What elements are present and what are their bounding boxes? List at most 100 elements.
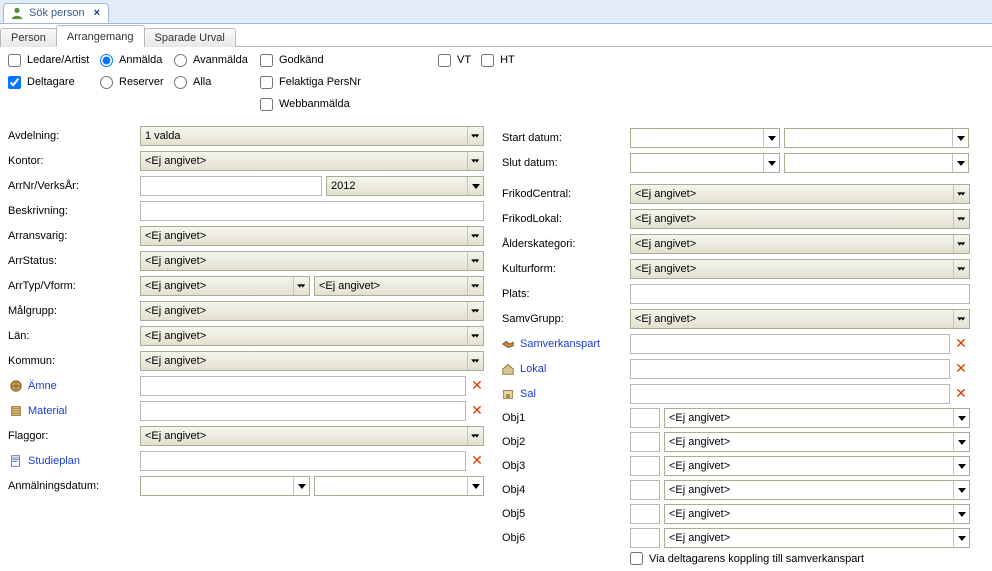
link-amne[interactable]: Ämne (28, 380, 57, 392)
txt-arrnr[interactable] (140, 176, 322, 196)
lbl-obj2: Obj2 (500, 436, 630, 448)
chk-webbanmalda[interactable]: Webbanmälda (260, 95, 376, 113)
date-slut-from[interactable] (630, 153, 780, 173)
chevron-down-icon (953, 409, 969, 427)
tab-arrangemang[interactable]: Arrangemang (56, 25, 145, 47)
drop-obj1[interactable]: <Ej angivet> (664, 408, 970, 428)
lbl-arrtyp: ArrTyp/Vform: (6, 280, 140, 292)
document-tab-sokperson[interactable]: Sök person × (3, 3, 109, 23)
drop-kulturform[interactable]: <Ej angivet> (630, 259, 970, 279)
val-obj1: <Ej angivet> (669, 412, 730, 424)
date-slut-to[interactable] (784, 153, 969, 173)
drop-kommun[interactable]: <Ej angivet> (140, 351, 484, 371)
val-arrtyp: <Ej angivet> (145, 280, 206, 292)
drop-avdelning[interactable]: 1 valda (140, 126, 484, 146)
drop-obj3[interactable]: <Ej angivet> (664, 456, 970, 476)
date-start-from[interactable] (630, 128, 780, 148)
chk-ledare[interactable]: Ledare/Artist (8, 51, 96, 69)
txt-beskrivning[interactable] (140, 201, 484, 221)
lbl-material: Material (6, 403, 140, 419)
rdo-reserver[interactable]: Reserver (100, 73, 170, 91)
globe-icon (8, 378, 24, 394)
document-tab-bar: Sök person × (0, 0, 992, 24)
rdo-anmalda[interactable]: Anmälda (100, 51, 170, 69)
val-alderskat: <Ej angivet> (635, 238, 696, 250)
lbl-flaggor: Flaggor: (6, 430, 140, 442)
lbl-amne: Ämne (6, 378, 140, 394)
clear-amne-icon[interactable]: ✕ (470, 377, 484, 394)
link-material[interactable]: Material (28, 405, 67, 417)
txt-studieplan[interactable] (140, 451, 466, 471)
lbl-sal: Sal (500, 386, 630, 402)
link-sal[interactable]: Sal (520, 388, 536, 400)
txt-obj5[interactable] (630, 504, 660, 524)
val-frikodcentral: <Ej angivet> (635, 188, 696, 200)
link-lokal[interactable]: Lokal (520, 363, 546, 375)
rdo-alla[interactable]: Alla (174, 73, 256, 91)
drop-obj5[interactable]: <Ej angivet> (664, 504, 970, 524)
drop-obj6[interactable]: <Ej angivet> (664, 528, 970, 548)
txt-plats[interactable] (630, 284, 970, 304)
chk-via-deltagarens[interactable]: Via deltagarens koppling till samverkans… (630, 552, 864, 565)
txt-obj6[interactable] (630, 528, 660, 548)
val-obj2: <Ej angivet> (669, 436, 730, 448)
chevron-down-icon (467, 352, 483, 370)
drop-samvgrupp[interactable]: <Ej angivet> (630, 309, 970, 329)
txt-lokal[interactable] (630, 359, 950, 379)
txt-material[interactable] (140, 401, 466, 421)
val-arrstatus: <Ej angivet> (145, 255, 206, 267)
lbl-kontor: Kontor: (6, 155, 140, 167)
txt-obj1[interactable] (630, 408, 660, 428)
drop-vform[interactable]: <Ej angivet> (314, 276, 484, 296)
link-studieplan[interactable]: Studieplan (28, 455, 80, 467)
clear-material-icon[interactable]: ✕ (470, 402, 484, 419)
txt-samverkanspart[interactable] (630, 334, 950, 354)
lbl-ht: HT (500, 54, 515, 66)
date-anmdatum-to[interactable] (314, 476, 484, 496)
drop-frikodlokal[interactable]: <Ej angivet> (630, 209, 970, 229)
lbl-avdelning: Avdelning: (6, 130, 140, 142)
chk-felaktiga[interactable]: Felaktiga PersNr (260, 73, 376, 91)
clear-samverkanspart-icon[interactable]: ✕ (954, 335, 968, 352)
chevron-down-icon (953, 505, 969, 523)
txt-obj3[interactable] (630, 456, 660, 476)
chevron-down-icon (467, 227, 483, 245)
drop-obj4[interactable]: <Ej angivet> (664, 480, 970, 500)
clear-lokal-icon[interactable]: ✕ (954, 360, 968, 377)
txt-obj4[interactable] (630, 480, 660, 500)
drop-lan[interactable]: <Ej angivet> (140, 326, 484, 346)
chk-deltagare[interactable]: Deltagare (8, 73, 96, 91)
drop-flaggor[interactable]: <Ej angivet> (140, 426, 484, 446)
link-samverkanspart[interactable]: Samverkanspart (520, 338, 600, 350)
chk-godkand[interactable]: Godkänd (260, 51, 376, 69)
drop-alderskat[interactable]: <Ej angivet> (630, 234, 970, 254)
chevron-down-icon (467, 277, 483, 295)
tab-person[interactable]: Person (0, 28, 57, 47)
drop-kontor[interactable]: <Ej angivet> (140, 151, 484, 171)
drop-arrtyp[interactable]: <Ej angivet> (140, 276, 310, 296)
txt-sal[interactable] (630, 384, 950, 404)
chk-vt[interactable]: VT (438, 51, 471, 69)
drop-arrstatus[interactable]: <Ej angivet> (140, 251, 484, 271)
lbl-felaktiga: Felaktiga PersNr (279, 76, 361, 88)
txt-obj2[interactable] (630, 432, 660, 452)
date-start-to[interactable] (784, 128, 969, 148)
close-icon[interactable]: × (94, 7, 100, 19)
chk-ht[interactable]: HT (481, 51, 515, 69)
chevron-down-icon (953, 529, 969, 547)
chevron-down-icon (953, 481, 969, 499)
drop-verksar[interactable]: 2012 (326, 176, 484, 196)
date-anmdatum-from[interactable] (140, 476, 310, 496)
tab-sparade-urval[interactable]: Sparade Urval (144, 28, 236, 47)
drop-frikodcentral[interactable]: <Ej angivet> (630, 184, 970, 204)
clear-sal-icon[interactable]: ✕ (954, 385, 968, 402)
txt-amne[interactable] (140, 376, 466, 396)
lbl-samverkanspart: Samverkanspart (500, 336, 630, 352)
clear-studieplan-icon[interactable]: ✕ (470, 452, 484, 469)
drop-obj2[interactable]: <Ej angivet> (664, 432, 970, 452)
chevron-down-icon (467, 477, 483, 495)
rdo-avanmalda[interactable]: Avanmälda (174, 51, 256, 69)
chevron-down-icon (953, 210, 969, 228)
drop-malgrupp[interactable]: <Ej angivet> (140, 301, 484, 321)
drop-arransvarig[interactable]: <Ej angivet> (140, 226, 484, 246)
